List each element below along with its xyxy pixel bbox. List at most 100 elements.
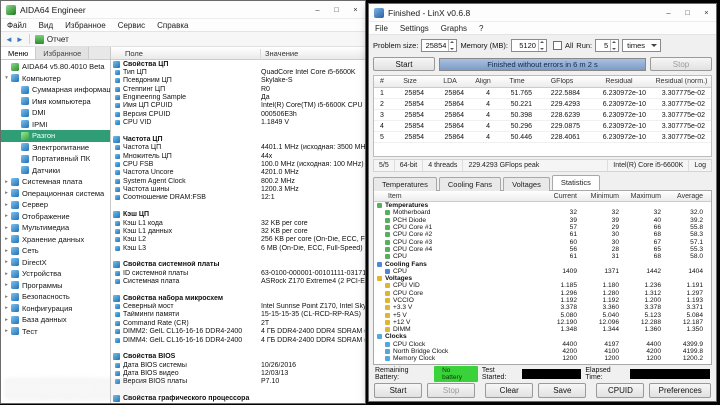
sidebar-item[interactable]: ▸ Программы [1,280,110,292]
property-row[interactable]: Северный мост Intel Sunrise Point Z170, … [111,302,365,310]
report-button[interactable]: Отчет [47,35,69,44]
sidebar-item[interactable]: ▸ Сеть [1,245,110,257]
property-row[interactable] [111,286,365,294]
property-row[interactable]: Кэш L1 данных 32 KB per core [111,227,365,235]
maximize-icon[interactable]: □ [678,4,697,21]
maximize-icon[interactable]: □ [327,1,346,18]
col-residual-norm[interactable]: Residual (norm.) [652,78,711,85]
col-item[interactable]: Item [374,193,543,200]
stop-button[interactable]: Stop [427,383,476,398]
sensor-tab[interactable]: Cooling Fans [438,177,502,191]
property-row[interactable]: Псевдоним ЦП Skylake-S [111,77,365,85]
sidebar-item[interactable]: DMI [1,107,110,119]
save-button[interactable]: Save [538,383,587,398]
spinner-arrows-icon[interactable] [448,39,456,51]
property-row[interactable]: Свойства ЦП [111,60,365,68]
property-row[interactable]: System Agent Clock 800.2 MHz [111,177,365,185]
property-row[interactable]: Множитель ЦП 44x [111,152,365,160]
property-row[interactable]: Степпинг ЦП R0 [111,85,365,93]
property-row[interactable] [111,344,365,352]
column-header-field[interactable]: Поле [111,48,261,58]
sidebar-item[interactable]: Разгон [1,130,110,142]
aida64-titlebar[interactable]: AIDA64 Engineer – □ × [1,1,365,19]
expand-icon[interactable]: ▸ [3,305,10,311]
menu-item[interactable]: Справка [151,21,194,30]
col-minimum[interactable]: Minimum [585,193,627,200]
sidebar-item[interactable]: AIDA64 v5.80.4010 Beta [1,61,110,73]
menu-item[interactable]: Сервис [112,21,151,30]
col-average[interactable]: Average [669,193,711,200]
clear-button[interactable]: Clear [485,383,534,398]
spinner-arrows-icon[interactable] [537,39,546,51]
property-row[interactable]: Свойства набора микросхем [111,294,365,302]
back-icon[interactable]: ◄ [5,35,13,44]
spinner-arrows-icon[interactable] [610,39,618,51]
expand-icon[interactable]: ▸ [3,317,10,323]
sidebar-item[interactable]: ▸ Сервер [1,199,110,211]
col-current[interactable]: Current [543,193,585,200]
start-button[interactable]: Start [374,383,423,398]
expand-icon[interactable]: ▾ [3,75,10,81]
col-number[interactable]: # [374,78,390,85]
expand-icon[interactable]: ▸ [3,236,10,242]
property-row[interactable]: CPU FSB 100.0 MHz (исходная: 100 MHz) [111,160,365,168]
sidebar-item[interactable]: ▸ Отображение [1,211,110,223]
sensor-tab[interactable]: Temperatures [373,177,437,191]
property-row[interactable]: Частота шины 1200.3 MHz [111,185,365,193]
expand-icon[interactable]: ▸ [3,248,10,254]
sidebar-item[interactable]: ▸ Тест [1,326,110,338]
property-row[interactable]: DIMM2: GeIL CL16-16-16 DDR4-2400 4 ГБ DD… [111,328,365,336]
problem-size-stepper[interactable]: 25854 [421,38,458,52]
property-row[interactable]: Кэш L2 256 KB per core (On-Die, ECC, Ful… [111,236,365,244]
sidebar-item[interactable]: Суммарная информация [1,84,110,96]
sidebar-item[interactable]: ▸ Конфигурация [1,303,110,315]
expand-icon[interactable]: ▸ [3,190,10,196]
sidebar-tab[interactable]: Избранное [36,47,90,59]
sidebar-tab[interactable]: Меню [1,47,37,59]
property-row[interactable]: Тайминги памяти 15-15-15-35 (CL-RCD-RP-R… [111,311,365,319]
menu-item[interactable]: ? [473,24,489,33]
menu-item[interactable]: File [369,24,394,33]
expand-icon[interactable]: ▸ [3,271,10,277]
col-size[interactable]: Size [390,78,430,85]
col-residual[interactable]: Residual [586,78,652,85]
memory-stepper[interactable]: 5120 [510,38,547,52]
sidebar-item[interactable]: ▸ Устройства [1,268,110,280]
property-row[interactable]: Свойства системной платы [111,261,365,269]
expand-icon[interactable]: ▸ [3,294,10,300]
property-row[interactable]: Версия CPUID 000506E3h [111,110,365,118]
cpuid-button[interactable]: CPUID [596,383,645,398]
expand-icon[interactable]: ▸ [3,213,10,219]
expand-icon[interactable]: ▸ [3,259,10,265]
property-row[interactable]: ID системной платы 63-0100-000001-001011… [111,269,365,277]
property-row[interactable]: Engineering Sample Да [111,93,365,101]
times-select[interactable]: times [622,38,662,52]
expand-icon[interactable]: ▸ [3,179,10,185]
property-row[interactable]: Частота ЦП 4401.1 MHz (исходная: 3500 MH… [111,144,365,152]
property-row[interactable]: Имя ЦП CPUID Intel(R) Core(TM) i5-6600K … [111,102,365,110]
property-row[interactable]: Кэш ЦП [111,210,365,219]
col-align[interactable]: Align [470,78,496,85]
property-row[interactable]: Кэш L1 кода 32 KB per core [111,219,365,227]
sidebar-item[interactable]: Электропитание [1,142,110,154]
run-stepper[interactable]: 5 [595,38,620,52]
col-lda[interactable]: LDA [430,78,470,85]
property-row[interactable]: DIMM4: GeIL CL16-16-16 DDR4-2400 4 ГБ DD… [111,336,365,344]
forward-icon[interactable]: ► [16,35,24,44]
sidebar-item[interactable]: ▸ База данных [1,314,110,326]
sidebar-item[interactable]: Датчики [1,165,110,177]
property-row[interactable]: Соотношение DRAM:FSB 12:1 [111,194,365,202]
col-gflops[interactable]: GFlops [538,78,586,85]
sidebar-item[interactable]: ▸ Хранение данных [1,234,110,246]
expand-icon[interactable]: ▸ [3,282,10,288]
stop-test-button[interactable]: Stop [650,57,712,71]
minimize-icon[interactable]: – [659,4,678,21]
menu-item[interactable]: Settings [394,24,435,33]
sidebar-item[interactable]: ▸ Мультимедиа [1,222,110,234]
sidebar-item[interactable]: Портативный ПК [1,153,110,165]
property-row[interactable]: Дата BIOS системы 10/26/2016 [111,361,365,369]
menu-item[interactable]: Graphs [435,24,473,33]
linx-titlebar[interactable]: Finished - LinX v0.6.8 – □ × [369,4,716,22]
sidebar-item[interactable]: ▸ Операционная система [1,188,110,200]
sidebar-item[interactable]: ▾ Компьютер [1,73,110,85]
